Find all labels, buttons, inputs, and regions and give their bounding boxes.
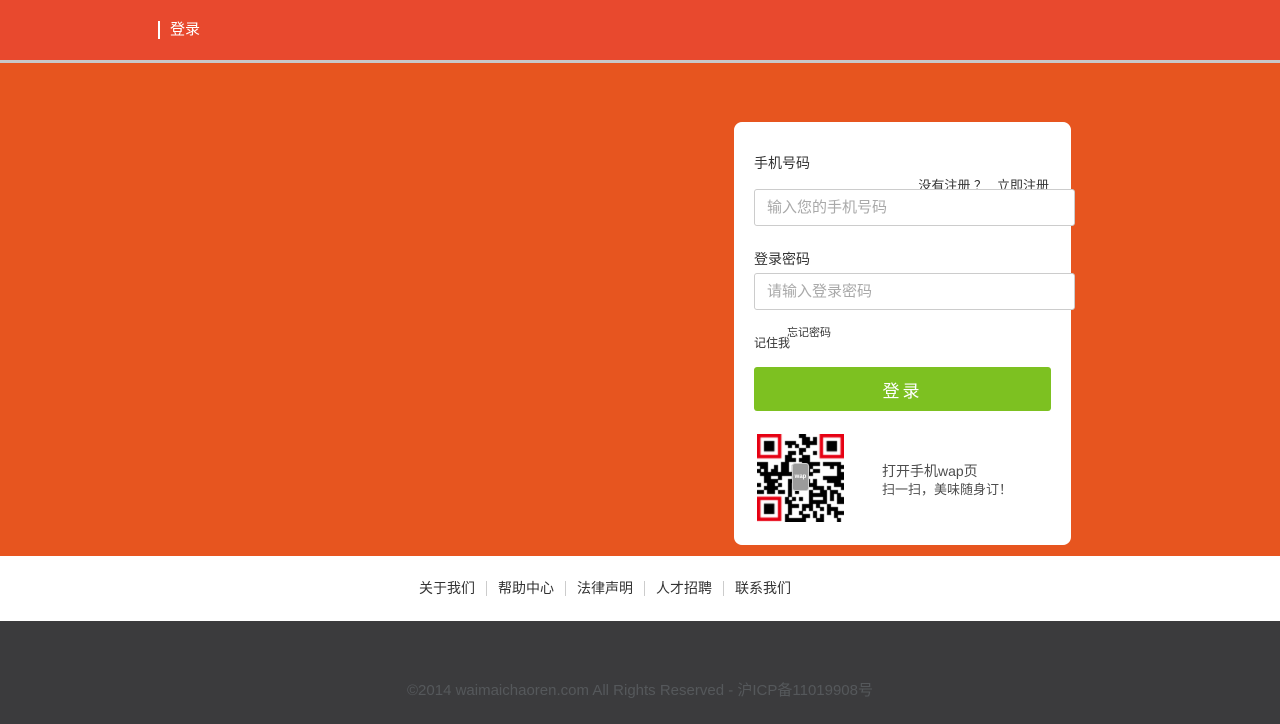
footer-nav: 关于我们 帮助中心 法律声明 人才招聘 联系我们 — [0, 556, 1280, 621]
password-input[interactable] — [754, 273, 1075, 310]
footer-link-about[interactable]: 关于我们 — [408, 581, 486, 596]
footer-link-jobs[interactable]: 人才招聘 — [644, 581, 723, 596]
qr-caption: 打开手机wap页 扫一扫，美味随身订！ — [882, 462, 1012, 499]
qr-caption-line1: 打开手机wap页 — [882, 462, 1012, 481]
top-header: 登录 — [0, 0, 1280, 60]
main-area: 手机号码 没有注册 ？立即注册 登录密码 忘记密码 记住我 登录 wap 打开手… — [0, 63, 1280, 556]
page-title: 登录 — [158, 21, 200, 39]
bottom-footer: ©2014 waimaichaoren.com All Rights Reser… — [0, 621, 1280, 724]
footer-link-help[interactable]: 帮助中心 — [486, 581, 565, 596]
phone-label: 手机号码 — [754, 153, 810, 173]
footer-nav-list: 关于我们 帮助中心 法律声明 人才招聘 联系我们 — [408, 581, 802, 596]
forgot-password-link[interactable]: 忘记密码 — [787, 324, 831, 340]
remember-me-label[interactable]: 记住我 — [754, 334, 790, 351]
footer-link-legal[interactable]: 法律声明 — [565, 581, 644, 596]
qr-phone-icon: wap — [792, 463, 809, 491]
phone-input[interactable] — [754, 189, 1075, 226]
copyright-text: ©2014 waimaichaoren.com All Rights Reser… — [0, 621, 1280, 700]
footer-link-contact[interactable]: 联系我们 — [723, 581, 802, 596]
qr-code-wrap: wap — [757, 434, 844, 522]
login-card: 手机号码 没有注册 ？立即注册 登录密码 忘记密码 记住我 登录 wap 打开手… — [734, 122, 1071, 545]
password-label: 登录密码 — [754, 249, 810, 269]
login-button[interactable]: 登录 — [754, 367, 1051, 411]
login-page: 登录 手机号码 没有注册 ？立即注册 登录密码 忘记密码 记住我 登录 wap … — [0, 0, 1280, 724]
qr-caption-line2: 扫一扫，美味随身订！ — [882, 481, 1012, 499]
